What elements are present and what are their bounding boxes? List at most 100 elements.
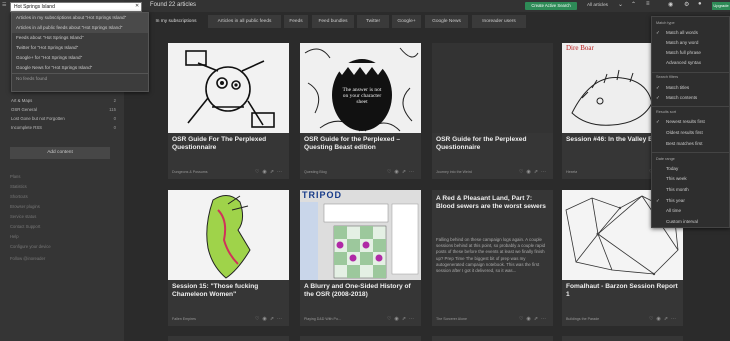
menu-item-match-contents[interactable]: Match contents bbox=[656, 95, 728, 101]
menu-item-advanced-syntax[interactable]: Advanced syntax bbox=[656, 60, 728, 65]
menu-item-this-year[interactable]: This year bbox=[656, 198, 728, 204]
feed-label: Incomplete RSS bbox=[11, 125, 43, 130]
article-actions[interactable]: ♡◉⇗⋯ bbox=[519, 169, 549, 175]
article-source[interactable]: Fallen Empires bbox=[172, 317, 196, 321]
suggestion-feeds[interactable]: Feeds about "Hot Springs Island" bbox=[12, 33, 148, 43]
tab-inoreader-users[interactable]: Inoreader users bbox=[472, 15, 526, 28]
feed-count: 0 bbox=[113, 116, 116, 121]
menu-divider bbox=[652, 72, 730, 73]
article-source[interactable]: Playing D&D With Po... bbox=[304, 317, 341, 321]
article-card[interactable] bbox=[562, 336, 683, 341]
article-card[interactable]: Session 15: "Those fucking Chameleon Wom… bbox=[168, 190, 289, 326]
no-feeds-found: No feeds found bbox=[12, 73, 148, 83]
article-title[interactable]: OSR Guide for the Perplexed Questionnair… bbox=[436, 136, 549, 152]
article-title[interactable]: Fomalhaut - Barzon Session Report 1 bbox=[566, 283, 679, 299]
image-caption: TRIPOD bbox=[302, 190, 343, 200]
sidebar-feed-incomplete-rss[interactable]: Incomplete RSS 0 bbox=[0, 123, 124, 132]
menu-item-best-matches[interactable]: Best matches first bbox=[656, 141, 728, 146]
suggestion-public-feeds[interactable]: Articles in all public feeds about "Hot … bbox=[12, 23, 148, 33]
suggestion-my-subscriptions[interactable]: Articles in my subscriptions about "Hot … bbox=[12, 13, 148, 23]
feed-count: 115 bbox=[109, 107, 116, 112]
tab-my-subscriptions[interactable]: In my subscriptions bbox=[148, 15, 204, 28]
menu-item-all-time[interactable]: All time bbox=[656, 208, 728, 213]
chevron-down-icon[interactable]: ⌄ bbox=[618, 1, 623, 8]
article-source[interactable]: Journey into the Weird bbox=[436, 170, 472, 174]
menu-item-this-month[interactable]: This month bbox=[656, 187, 728, 192]
search-suggestions: Articles in my subscriptions about "Hot … bbox=[11, 12, 149, 92]
menu-icon[interactable]: ☰ bbox=[2, 2, 6, 8]
link-shortcuts[interactable]: Shortcuts bbox=[10, 194, 28, 199]
suggestion-twitter[interactable]: Twitter for "Hot Springs Island" bbox=[12, 43, 148, 53]
eye-icon[interactable]: ◉ bbox=[668, 1, 673, 8]
menu-item-today[interactable]: Today bbox=[656, 166, 728, 171]
article-actions[interactable]: ♡◉⇗⋯ bbox=[519, 316, 549, 322]
menu-item-oldest-first[interactable]: Oldest results first bbox=[656, 130, 728, 135]
found-count: Found 22 articles bbox=[150, 2, 197, 8]
tab-google-news[interactable]: Google News bbox=[425, 15, 468, 28]
article-card[interactable] bbox=[432, 336, 553, 341]
article-source[interactable]: The Sorcerer Alone bbox=[436, 317, 467, 321]
link-help[interactable]: Help bbox=[10, 234, 19, 239]
tab-feeds[interactable]: Feeds bbox=[284, 15, 308, 28]
menu-item-newest-first[interactable]: Newest results first bbox=[656, 119, 728, 125]
menu-item-match-titles[interactable]: Match titles bbox=[656, 85, 728, 91]
article-card[interactable]: OSR Guide For The Perplexed Questionnair… bbox=[168, 43, 289, 179]
article-card[interactable]: A Red & Pleasant Land, Part 7: Blood sew… bbox=[432, 190, 553, 326]
search-input[interactable]: Hot Springs Island bbox=[10, 2, 142, 12]
article-title[interactable]: A Blurry and One-Sided History of the OS… bbox=[304, 283, 417, 299]
menu-divider bbox=[652, 152, 730, 153]
menu-item-match-full-phrase[interactable]: Match full phrase bbox=[656, 50, 728, 55]
article-source[interactable]: Dungeons & Possums bbox=[172, 170, 208, 174]
article-card[interactable]: The answer is not on your character shee… bbox=[300, 43, 421, 179]
app: { "search":{"value":"Hot Springs Island"… bbox=[0, 0, 730, 341]
article-title[interactable]: A Red & Pleasant Land, Part 7: Blood sew… bbox=[436, 195, 549, 211]
tab-feed-bundles[interactable]: Feed bundles bbox=[312, 15, 354, 28]
suggestion-google-news[interactable]: Google News for "Hot Springs Island" bbox=[12, 63, 148, 73]
article-title[interactable]: Session 15: "Those fucking Chameleon Wom… bbox=[172, 283, 285, 299]
article-source[interactable]: Questing Blog bbox=[304, 170, 327, 174]
link-configure-device[interactable]: Configure your device bbox=[10, 244, 51, 249]
article-filter-select[interactable]: All articles bbox=[587, 2, 608, 7]
article-card[interactable]: OSR Guide for the Perplexed Questionnair… bbox=[432, 43, 553, 179]
article-card[interactable] bbox=[300, 336, 421, 341]
link-contact-support[interactable]: Contact Support bbox=[10, 224, 40, 229]
sidebar-feed-osr-general[interactable]: OSR General 115 bbox=[0, 105, 124, 114]
article-actions[interactable]: ♡◉⇗⋯ bbox=[255, 169, 285, 175]
menu-item-custom-interval[interactable]: Custom interval bbox=[656, 219, 728, 224]
upgrade-button[interactable]: Upgrade bbox=[712, 2, 730, 10]
article-summary: Falling behind on these campaign logs ag… bbox=[436, 237, 546, 274]
article-source[interactable]: Hexeta bbox=[566, 170, 577, 174]
add-content-button[interactable]: Add content bbox=[10, 147, 110, 159]
menu-divider bbox=[652, 106, 730, 107]
link-statistics[interactable]: Statistics bbox=[10, 184, 27, 189]
link-follow[interactable]: Follow @inoreader bbox=[10, 256, 45, 261]
tab-google-plus[interactable]: Google+ bbox=[392, 15, 421, 28]
sidebar-feed-art-maps[interactable]: Art & Maps 2 bbox=[0, 96, 124, 105]
list-view-icon[interactable]: ≡ bbox=[646, 1, 650, 7]
clear-search-icon[interactable]: ✕ bbox=[135, 3, 139, 9]
article-title[interactable]: OSR Guide For The Perplexed Questionnair… bbox=[172, 136, 285, 152]
menu-item-match-all-words[interactable]: Match all words bbox=[656, 30, 728, 36]
article-actions[interactable]: ♡◉⇗⋯ bbox=[387, 169, 417, 175]
feed-label: Lost Gone but not Forgotten bbox=[11, 116, 65, 121]
link-plans[interactable]: Plans bbox=[10, 174, 20, 179]
chevron-up-icon[interactable]: ⌃ bbox=[631, 1, 636, 8]
article-actions[interactable]: ♡◉⇗⋯ bbox=[649, 316, 679, 322]
link-browser-plugins[interactable]: Browser plugins bbox=[10, 204, 40, 209]
notifications-icon[interactable]: ● bbox=[698, 1, 702, 7]
article-title[interactable]: OSR Guide for the Perplexed – Questing B… bbox=[304, 136, 417, 152]
article-actions[interactable]: ♡◉⇗⋯ bbox=[387, 316, 417, 322]
article-card[interactable]: TRIPOD A Blurry and One-Sided History of… bbox=[300, 190, 421, 326]
article-source[interactable]: Buildings the Parade bbox=[566, 317, 599, 321]
suggestion-google-plus[interactable]: Google+ for "Hot Springs Island" bbox=[12, 53, 148, 63]
link-service-status[interactable]: Service status bbox=[10, 214, 36, 219]
sidebar-feed-lost[interactable]: Lost Gone but not Forgotten 0 bbox=[0, 114, 124, 123]
settings-gear-icon[interactable]: ⚙ bbox=[684, 1, 689, 8]
create-active-search-button[interactable]: Create Active Search bbox=[525, 2, 577, 10]
article-card[interactable] bbox=[168, 336, 289, 341]
article-actions[interactable]: ♡◉⇗⋯ bbox=[255, 316, 285, 322]
menu-item-match-any-word[interactable]: Match any word bbox=[656, 40, 728, 45]
tab-twitter[interactable]: Twitter bbox=[357, 15, 389, 28]
menu-item-this-week[interactable]: This week bbox=[656, 176, 728, 181]
tab-all-public-feeds[interactable]: Articles in all public feeds bbox=[208, 15, 281, 28]
